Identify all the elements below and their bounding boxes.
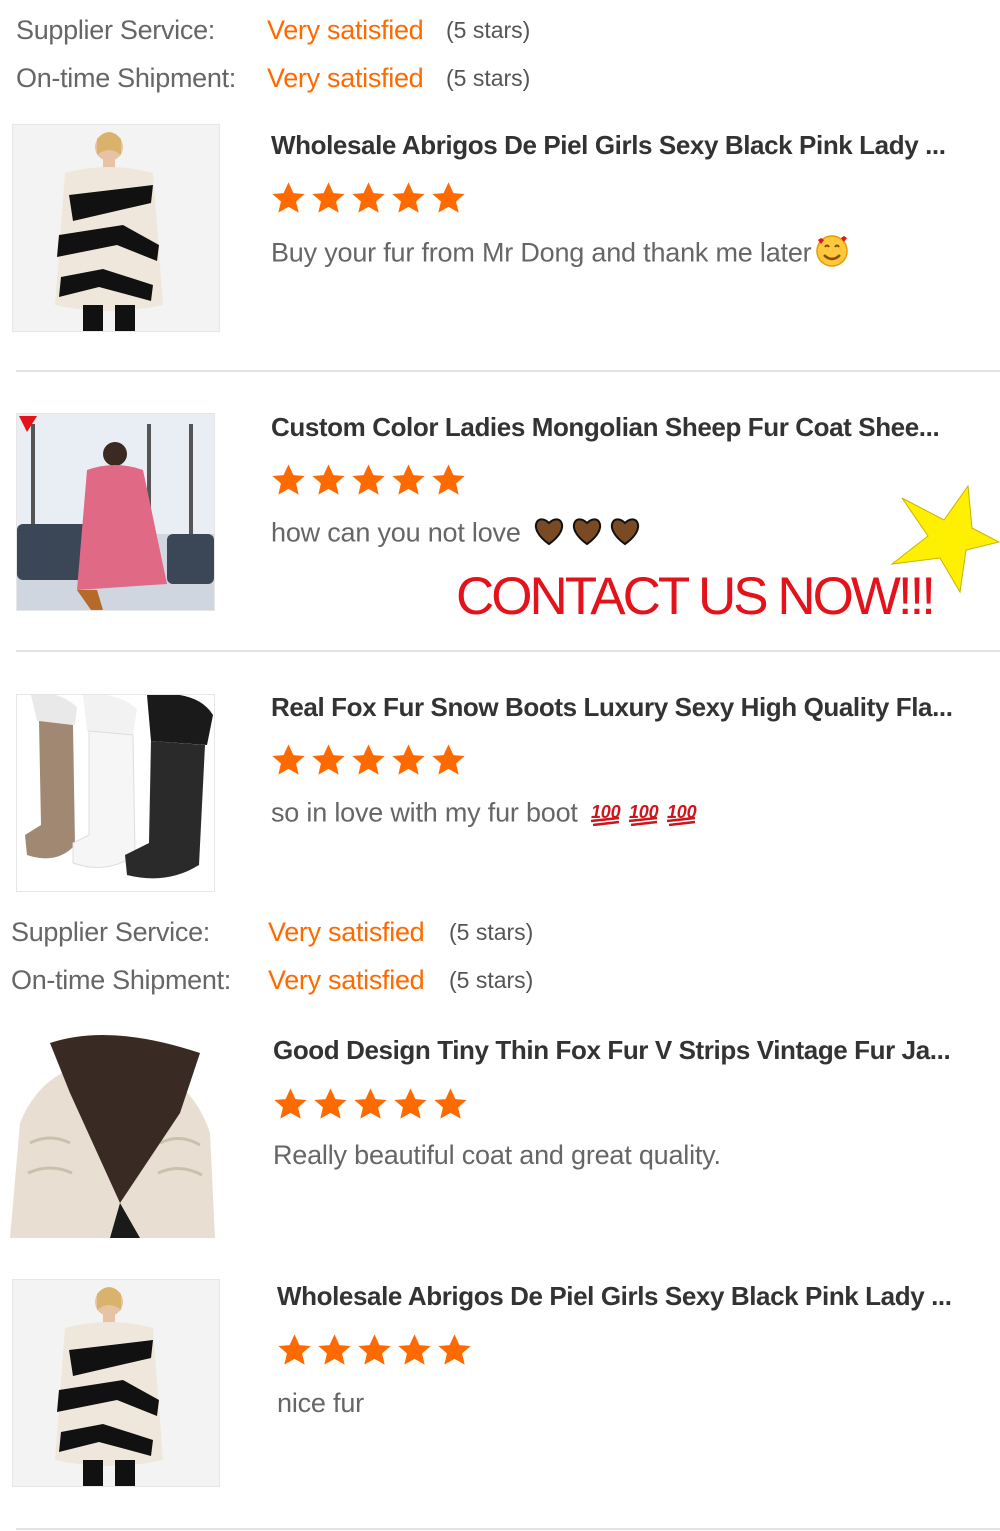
review-comment: so in love with my fur boot 100 100 100 bbox=[271, 796, 699, 833]
review-comment-text: Really beautiful coat and great quality. bbox=[273, 1140, 721, 1170]
star-icon bbox=[314, 1088, 347, 1119]
product-thumbnail[interactable] bbox=[12, 1279, 220, 1487]
star-rating bbox=[276, 1332, 473, 1369]
shipment-label: On-time Shipment: bbox=[16, 63, 236, 93]
star-icon bbox=[274, 1088, 307, 1119]
star-icon bbox=[392, 464, 425, 495]
star-icon bbox=[272, 744, 305, 775]
brown-heart-icon bbox=[570, 516, 604, 553]
shipment-stars: (5 stars) bbox=[446, 65, 531, 91]
shipment-label: On-time Shipment: bbox=[11, 965, 231, 995]
star-icon bbox=[392, 182, 425, 213]
divider bbox=[16, 650, 1000, 652]
product-thumbnail[interactable] bbox=[12, 124, 220, 332]
star-icon bbox=[318, 1334, 351, 1365]
divider bbox=[16, 1528, 1000, 1530]
review-product-title[interactable]: Good Design Tiny Thin Fox Fur V Strips V… bbox=[273, 1035, 951, 1066]
star-icon bbox=[434, 1088, 467, 1119]
star-icon bbox=[312, 744, 345, 775]
star-icon bbox=[352, 464, 385, 495]
supplier-service-stars: (5 stars) bbox=[446, 17, 531, 43]
review-comment: nice fur bbox=[277, 1388, 364, 1419]
star-icon bbox=[312, 464, 345, 495]
star-rating bbox=[270, 462, 467, 499]
star-icon bbox=[312, 182, 345, 213]
hundred-points-icon: 100 bbox=[665, 796, 699, 833]
star-icon bbox=[438, 1334, 471, 1365]
star-icon bbox=[432, 182, 465, 213]
supplier-service-row: Supplier Service: Very satisfied (5 star… bbox=[16, 14, 616, 46]
review-comment-text: Buy your fur from Mr Dong and thank me l… bbox=[271, 237, 812, 268]
review-comment: Really beautiful coat and great quality. bbox=[273, 1140, 721, 1171]
review-product-title[interactable]: Custom Color Ladies Mongolian Sheep Fur … bbox=[271, 412, 940, 443]
review-product-title[interactable]: Real Fox Fur Snow Boots Luxury Sexy High… bbox=[271, 692, 953, 723]
review-comment-text: nice fur bbox=[277, 1388, 364, 1418]
star-rating bbox=[270, 180, 467, 217]
product-thumbnail[interactable] bbox=[16, 694, 215, 892]
review-comment: Buy your fur from Mr Dong and thank me l… bbox=[271, 234, 849, 275]
hundred-points-icon: 100 bbox=[627, 796, 661, 833]
star-icon bbox=[394, 1088, 427, 1119]
review-product-title[interactable]: Wholesale Abrigos De Piel Girls Sexy Bla… bbox=[277, 1281, 952, 1312]
star-icon bbox=[432, 464, 465, 495]
shipment-value: Very satisfied bbox=[268, 965, 425, 995]
shipment-stars: (5 stars) bbox=[449, 967, 534, 993]
hundred-points-icon: 100 bbox=[589, 796, 623, 833]
review-product-title[interactable]: Wholesale Abrigos De Piel Girls Sexy Bla… bbox=[271, 130, 946, 161]
star-icon bbox=[272, 182, 305, 213]
star-icon bbox=[432, 744, 465, 775]
star-icon bbox=[352, 182, 385, 213]
supplier-service-label: Supplier Service: bbox=[11, 917, 210, 947]
divider bbox=[16, 370, 1000, 372]
brown-heart-icon bbox=[608, 516, 642, 553]
smiling-face-with-hearts-icon bbox=[815, 234, 849, 275]
brown-heart-icon bbox=[532, 516, 566, 553]
review-comment-text: how can you not love bbox=[271, 517, 521, 548]
star-icon bbox=[358, 1334, 391, 1365]
shipment-value: Very satisfied bbox=[267, 63, 424, 93]
supplier-service-row: Supplier Service: Very satisfied (5 star… bbox=[11, 916, 611, 948]
product-thumbnail[interactable] bbox=[10, 1033, 215, 1238]
review-comment: how can you not love bbox=[271, 516, 642, 553]
supplier-service-value: Very satisfied bbox=[267, 15, 424, 45]
star-icon bbox=[398, 1334, 431, 1365]
star-rating bbox=[272, 1086, 469, 1123]
supplier-service-value: Very satisfied bbox=[268, 917, 425, 947]
review-comment-text: so in love with my fur boot bbox=[271, 797, 578, 828]
star-icon bbox=[278, 1334, 311, 1365]
star-icon bbox=[354, 1088, 387, 1119]
supplier-service-label: Supplier Service: bbox=[16, 15, 215, 45]
supplier-service-stars: (5 stars) bbox=[449, 919, 534, 945]
star-icon bbox=[392, 744, 425, 775]
star-icon bbox=[352, 744, 385, 775]
contact-us-banner[interactable]: CONTACT US NOW!!! bbox=[456, 566, 936, 627]
star-rating bbox=[270, 742, 467, 779]
shipment-row: On-time Shipment: Very satisfied (5 star… bbox=[11, 964, 611, 996]
star-icon bbox=[272, 464, 305, 495]
product-thumbnail[interactable] bbox=[16, 413, 215, 611]
shipment-row: On-time Shipment: Very satisfied (5 star… bbox=[16, 62, 616, 94]
